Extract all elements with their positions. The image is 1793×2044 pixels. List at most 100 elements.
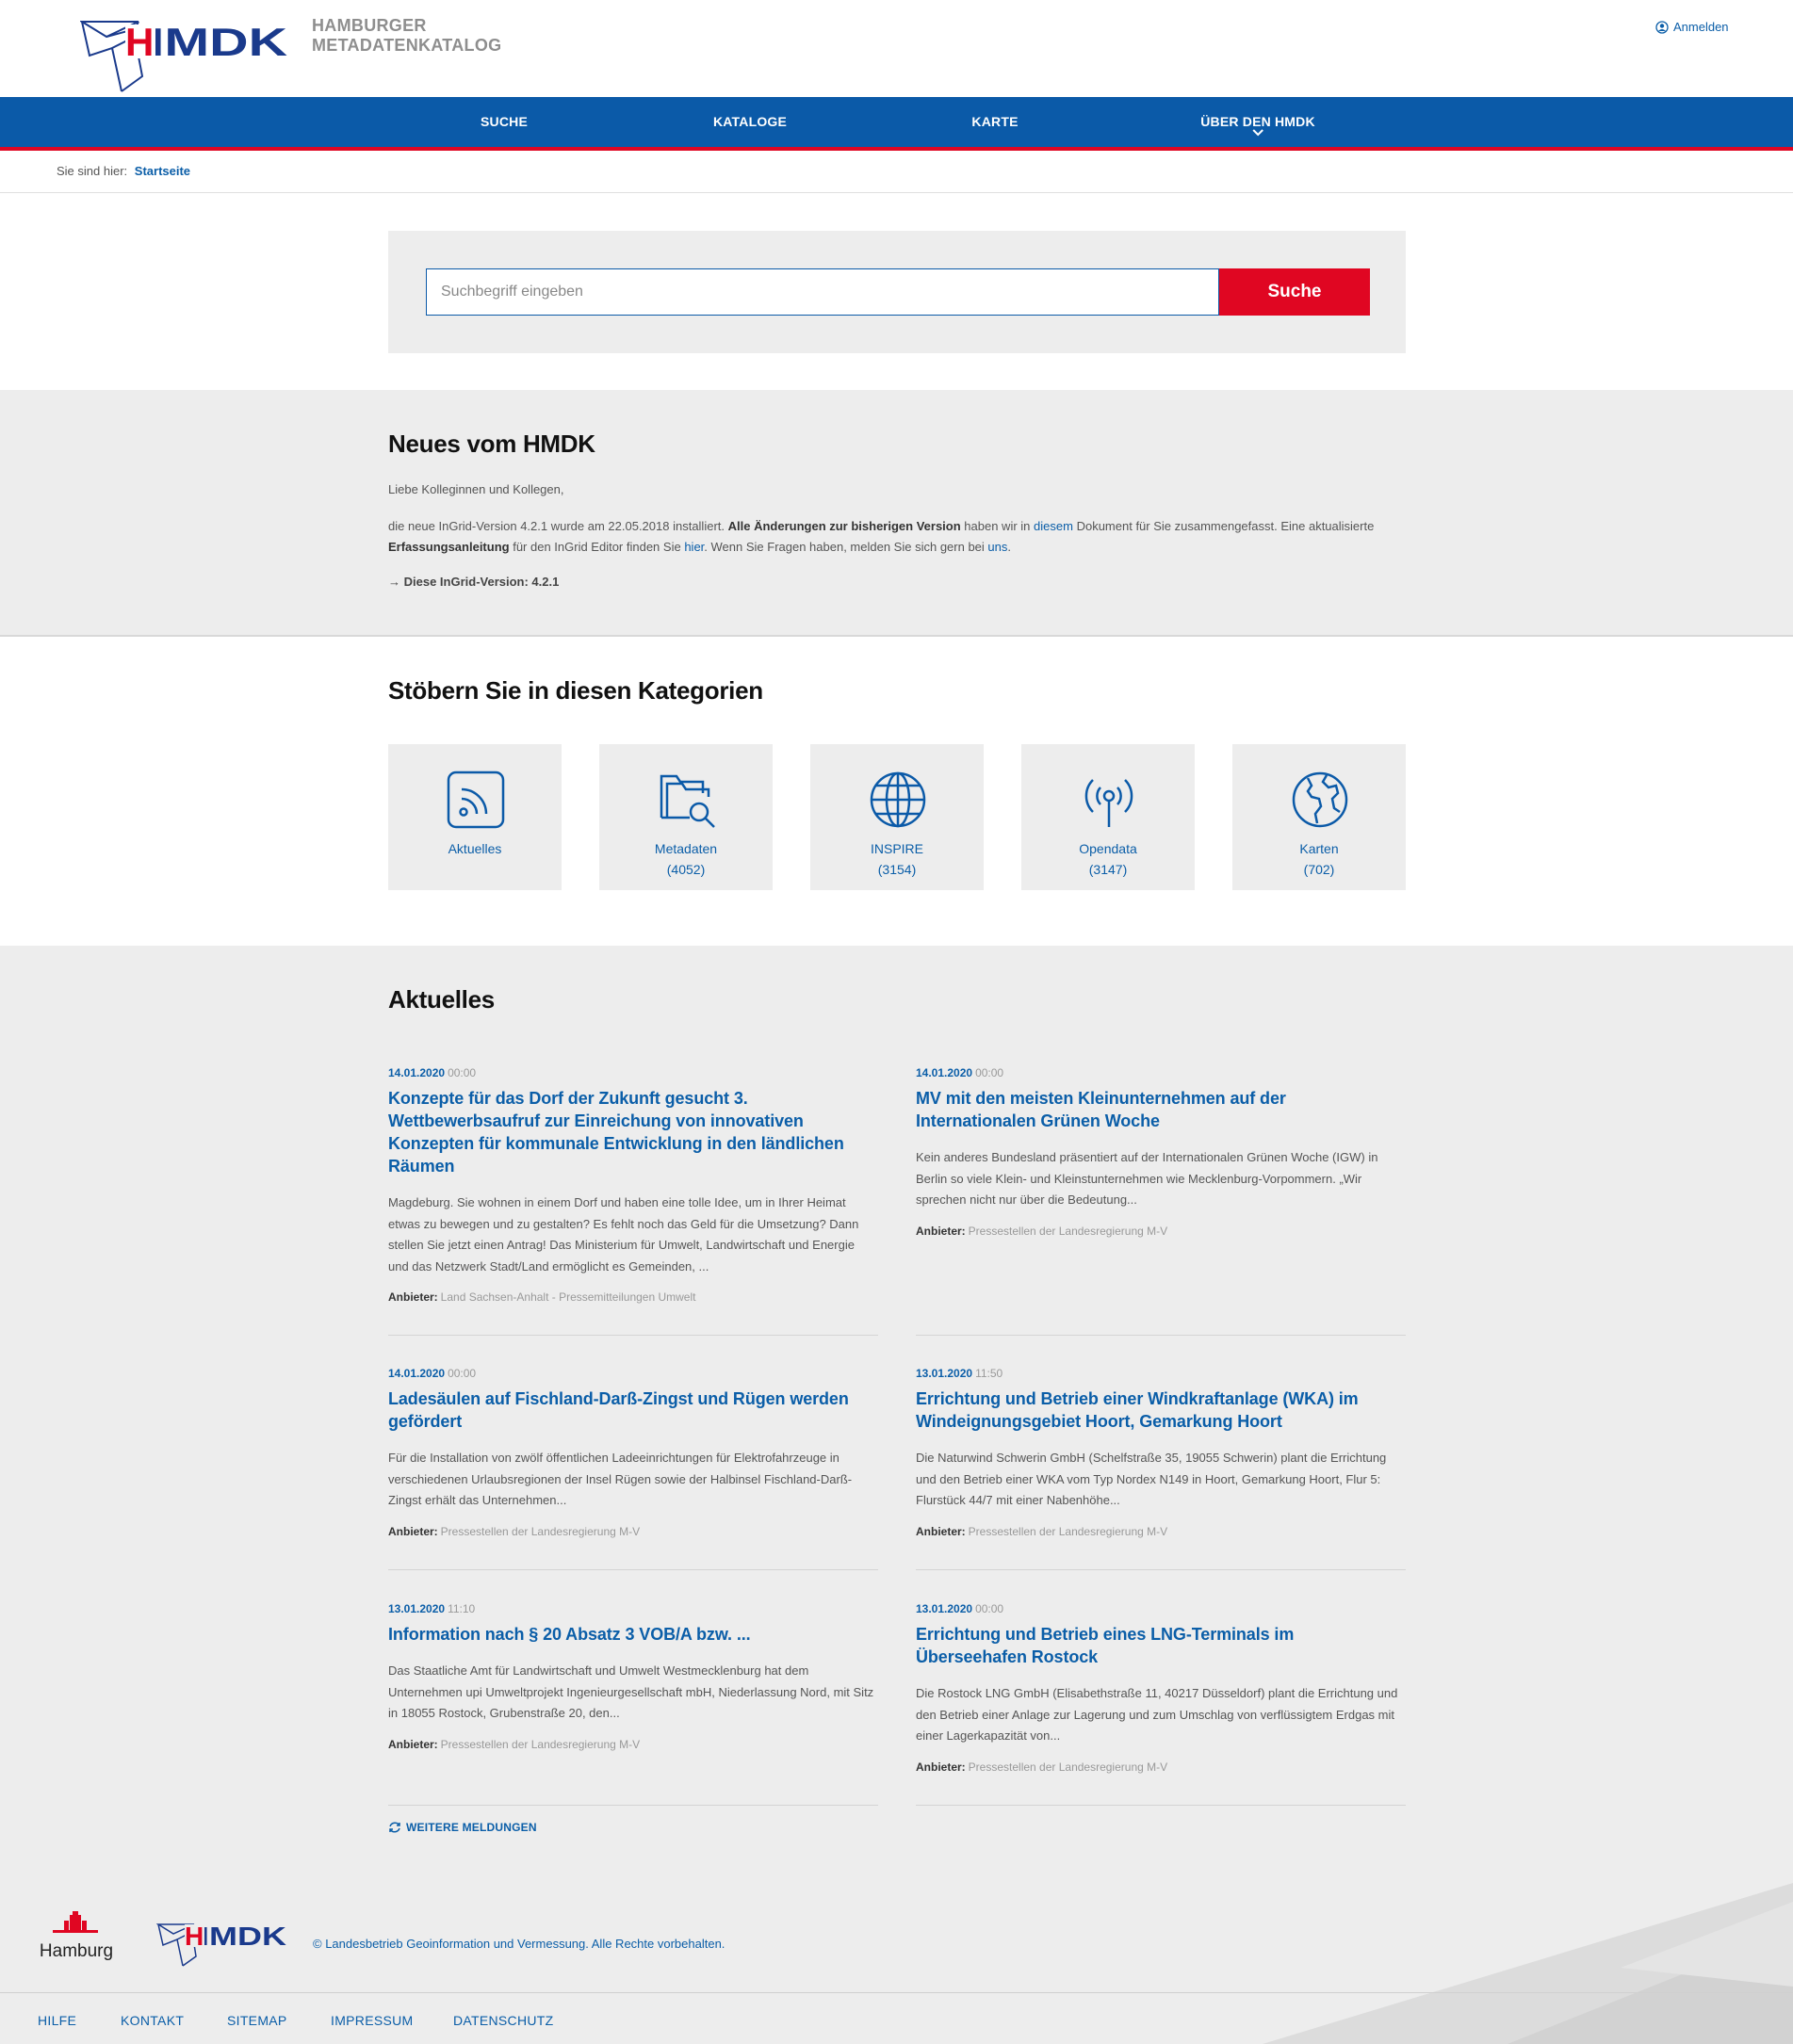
provider-label: Anbieter: xyxy=(388,1290,438,1304)
news-item-text: Für die Installation von zwölf öffentlic… xyxy=(388,1451,853,1507)
divider xyxy=(916,1335,1406,1336)
news-item-title[interactable]: Errichtung und Betrieb einer Windkraftan… xyxy=(916,1387,1406,1433)
provider-label: Anbieter: xyxy=(388,1737,438,1751)
news-item-title[interactable]: Konzepte für das Dorf der Zukunft gesuch… xyxy=(388,1087,878,1177)
news-text: Dokument für Sie zusammengefasst. Eine a… xyxy=(1076,519,1375,533)
news-text: die neue InGrid-Version 4.2.1 wurde am 2… xyxy=(388,519,725,533)
time-value: 00:00 xyxy=(448,1367,477,1380)
news-title: Neues vom HMDK xyxy=(388,430,595,458)
nav-item-ueber[interactable]: ÜBER DEN HMDK xyxy=(1200,97,1315,147)
news-bold: Erfassungsanleitung xyxy=(388,540,510,554)
aktuelles-title: Aktuelles xyxy=(388,985,495,1014)
category-count: (4052) xyxy=(666,862,706,877)
news-date: 14.01.2020 00:00 xyxy=(388,1367,878,1380)
more-news-button[interactable]: WEITERE MELDUNGEN xyxy=(388,1821,537,1834)
site-subtitle: HAMBURGER METADATENKATALOG xyxy=(312,16,501,56)
news-text: für den InGrid Editor finden Sie xyxy=(513,540,681,554)
provider-value: Pressestellen der Landesregierung M-V xyxy=(968,1760,1168,1774)
news-date: 13.01.2020 11:50 xyxy=(916,1367,1406,1380)
news-provider: Anbieter: Land Sachsen-Anhalt - Pressemit… xyxy=(388,1290,878,1304)
footer-link-impressum[interactable]: IMPRESSUM xyxy=(331,2013,414,2028)
category-count: (3154) xyxy=(877,862,917,877)
category-label: Aktuelles xyxy=(448,841,502,856)
news-version: → Diese InGrid-Version: 4.2.1 xyxy=(388,575,560,589)
footer-link-kontakt[interactable]: KONTAKT xyxy=(121,2013,184,2028)
svg-text:H: H xyxy=(125,20,154,64)
category-karten[interactable]: Karten (702) xyxy=(1232,744,1406,890)
subtitle-line-2: METADATENKATALOG xyxy=(312,36,502,55)
news-text: haben wir in xyxy=(964,519,1031,533)
hmdk-logo[interactable]: HMDK H xyxy=(80,16,287,93)
categories-title: Stöbern Sie in diesen Kategorien xyxy=(388,676,763,705)
news-section: Neues vom HMDK Liebe Kolleginnen und Kol… xyxy=(0,390,1793,637)
news-item: 13.01.2020 00:00 Errichtung und Betrieb e… xyxy=(916,1602,1406,1774)
provider-value: Pressestellen der Landesregierung M-V xyxy=(968,1224,1168,1238)
hmdk-footer-logo[interactable]: HMDK H xyxy=(156,1919,288,1968)
category-inspire[interactable]: INSPIRE (3154) xyxy=(810,744,984,890)
divider xyxy=(388,1805,878,1806)
news-item-title[interactable]: Ladesäulen auf Fischland-Darß-Zingst und… xyxy=(388,1387,878,1433)
news-link-hier[interactable]: hier xyxy=(684,540,704,554)
nav-item-ueber-label: ÜBER DEN HMDK xyxy=(1200,114,1315,129)
news-item: 14.01.2020 00:00 Ladesäulen auf Fischland… xyxy=(388,1367,878,1538)
news-item: 13.01.2020 11:10 Information nach § 20 Ab… xyxy=(388,1602,878,1751)
time-value: 00:00 xyxy=(448,1066,477,1079)
news-body: die neue InGrid-Version 4.2.1 wurde am 2… xyxy=(388,516,1406,558)
hamburg-logo[interactable]: Hamburg xyxy=(34,1909,119,1966)
nav-item-suche[interactable]: SUCHE xyxy=(481,97,528,147)
subtitle-line-1: HAMBURGER xyxy=(312,16,427,35)
news-item: 14.01.2020 00:00 Konzepte für das Dorf de… xyxy=(388,1066,878,1304)
category-metadaten[interactable]: Metadaten (4052) xyxy=(599,744,773,890)
news-greeting: Liebe Kolleginnen und Kollegen, xyxy=(388,482,564,496)
category-label: Metadaten xyxy=(654,841,718,856)
news-item-title[interactable]: Information nach § 20 Absatz 3 VOB/A bzw… xyxy=(388,1623,878,1646)
breadcrumb-prefix: Sie sind hier: xyxy=(57,164,128,178)
news-provider: Anbieter: Pressestellen der Landesregieru… xyxy=(916,1225,1406,1238)
news-date: 14.01.2020 00:00 xyxy=(388,1066,878,1079)
news-item-text: Magdeburg. Sie wohnen in einem Dorf und … xyxy=(388,1195,859,1273)
news-item-text: Das Staatliche Amt für Landwirtschaft un… xyxy=(388,1663,874,1720)
footer-link-sitemap[interactable]: SITEMAP xyxy=(227,2013,287,2028)
divider xyxy=(0,1992,1793,1993)
date-value: 13.01.2020 xyxy=(388,1602,446,1615)
news-item-title[interactable]: Errichtung und Betrieb eines LNG-Termina… xyxy=(916,1623,1406,1668)
category-count: (702) xyxy=(1303,862,1335,877)
category-count: (3147) xyxy=(1088,862,1128,877)
breadcrumb: Sie sind hier: Startseite xyxy=(57,164,190,178)
refresh-icon xyxy=(389,1822,400,1833)
more-news-label: WEITERE MELDUNGEN xyxy=(406,1821,537,1834)
date-value: 13.01.2020 xyxy=(916,1602,973,1615)
copyright: © Landesbetrieb Geoinformation und Verme… xyxy=(313,1937,725,1951)
news-provider: Anbieter: Pressestellen der Landesregieru… xyxy=(388,1525,878,1538)
category-label: INSPIRE xyxy=(870,841,923,856)
provider-value: Land Sachsen-Anhalt - Pressemitteilungen… xyxy=(440,1290,696,1304)
footer-link-datenschutz[interactable]: DATENSCHUTZ xyxy=(453,2013,553,2028)
category-label: Karten xyxy=(1299,841,1339,856)
nav-item-kataloge[interactable]: KATALOGE xyxy=(713,97,787,147)
main-nav: SUCHE KATALOGE KARTE ÜBER DEN HMDK xyxy=(0,97,1793,151)
news-link-uns[interactable]: uns xyxy=(987,540,1007,554)
news-provider: Anbieter: Pressestellen der Landesregieru… xyxy=(388,1738,878,1751)
search-button[interactable]: Suche xyxy=(1219,268,1370,316)
category-opendata[interactable]: Opendata (3147) xyxy=(1021,744,1195,890)
login-link[interactable]: Anmelden xyxy=(1655,20,1729,34)
category-aktuelles[interactable]: Aktuelles xyxy=(388,744,562,890)
nav-item-karte[interactable]: KARTE xyxy=(971,97,1018,147)
globe-icon xyxy=(870,771,926,828)
hamburg-label: Hamburg xyxy=(40,1941,113,1961)
login-label: Anmelden xyxy=(1673,20,1729,34)
divider xyxy=(388,1335,878,1336)
news-link-diesem[interactable]: diesem xyxy=(1034,519,1073,533)
search-input[interactable] xyxy=(426,268,1219,316)
news-date: 13.01.2020 11:10 xyxy=(388,1602,878,1615)
date-value: 14.01.2020 xyxy=(388,1367,446,1380)
provider-value: Pressestellen der Landesregierung M-V xyxy=(440,1737,641,1751)
time-value: 00:00 xyxy=(975,1066,1004,1079)
chevron-down-icon xyxy=(1252,129,1263,137)
time-value: 00:00 xyxy=(975,1602,1004,1615)
news-item-title[interactable]: MV mit den meisten Kleinunternehmen auf … xyxy=(916,1087,1406,1132)
news-item-text: Die Rostock LNG GmbH (Elisabethstraße 11… xyxy=(916,1686,1398,1743)
breadcrumb-startseite[interactable]: Startseite xyxy=(135,164,190,178)
footer-link-hilfe[interactable]: HILFE xyxy=(38,2013,76,2028)
divider xyxy=(916,1569,1406,1570)
